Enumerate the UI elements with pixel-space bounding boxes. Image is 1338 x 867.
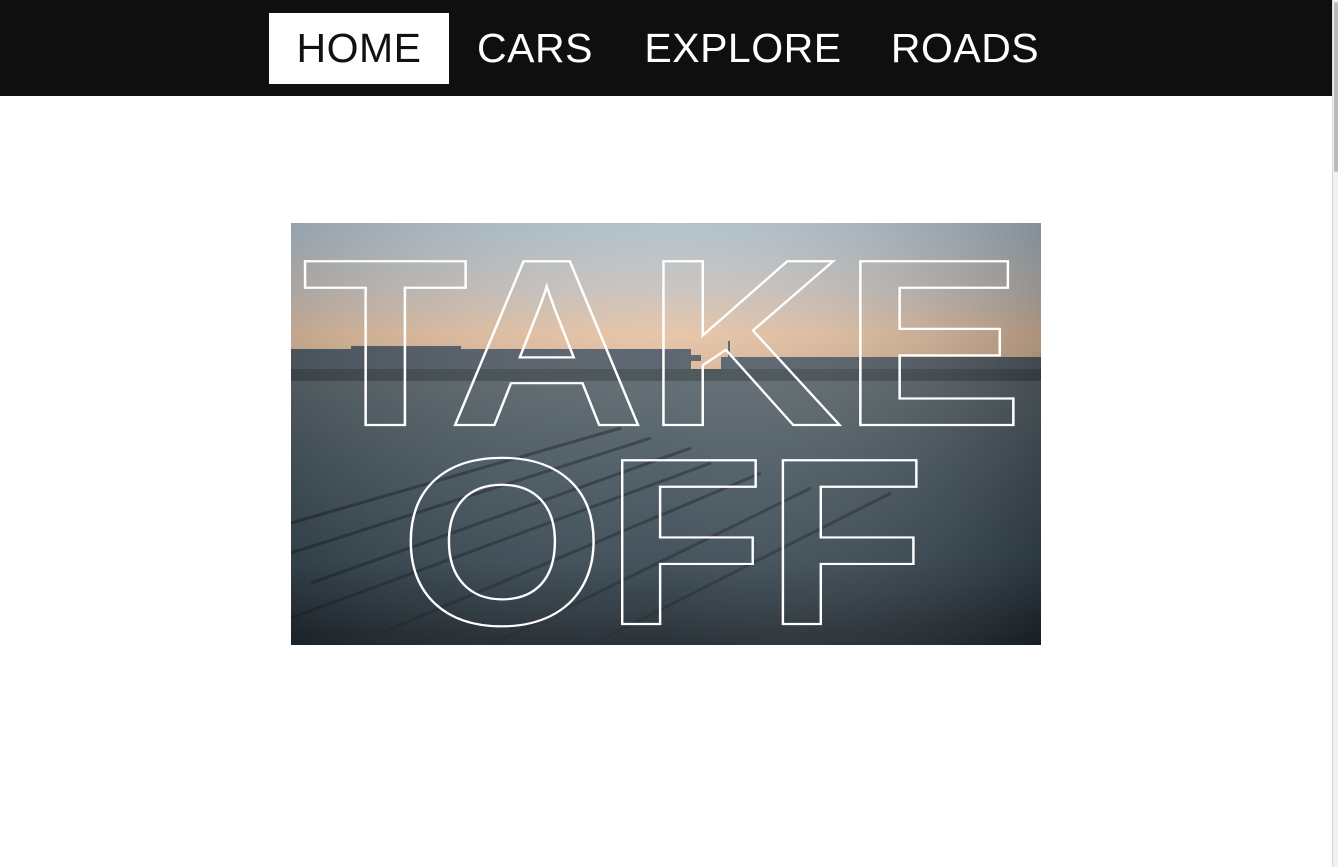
runway-scene: TAKE OFF [291, 223, 1041, 645]
takeoff-hero-image: TAKE OFF [291, 223, 1041, 645]
nav-home-link[interactable]: HOME [269, 13, 449, 84]
scrollbar-thumb[interactable] [1334, 2, 1338, 172]
takeoff-line2: OFF [400, 410, 926, 645]
top-nav: HOME CARS EXPLORE ROADS [0, 0, 1332, 96]
page: HOME CARS EXPLORE ROADS TAKE OFF [0, 0, 1338, 867]
nav-roads-link[interactable]: ROADS [884, 13, 1046, 84]
vertical-scrollbar[interactable] [1332, 0, 1338, 867]
nav-explore-link[interactable]: EXPLORE [638, 13, 848, 84]
nav-cars-link[interactable]: CARS [470, 13, 600, 84]
